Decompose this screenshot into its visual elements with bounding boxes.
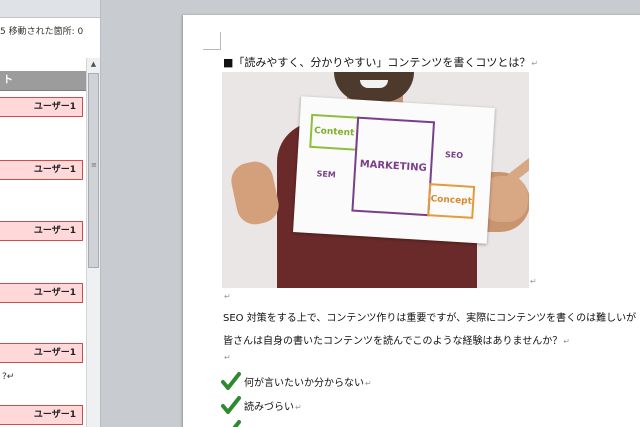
section-heading[interactable]: ■「読みやすく、分かりやすい」コンテンツを書くコツとは？↵	[223, 54, 538, 70]
checklist-item-text: 何が言いたいか分からない	[244, 378, 364, 389]
paragraph-line[interactable]: SEO 対策をする上で、コンテンツ作りは重要ですが、実際にコンテンツを書くのは難…	[223, 309, 636, 324]
board-concept-box: Concept	[427, 183, 476, 219]
photo-pointing-finger	[504, 153, 529, 185]
checkmark-icon	[221, 396, 241, 414]
board-sem-label: SEM	[316, 169, 337, 180]
revision-item[interactable]: ユーザー1	[0, 97, 83, 117]
return-mark-icon: ↵	[224, 353, 231, 362]
marketing-photo[interactable]: Content MARKETING Concept SEO SEM	[222, 72, 529, 288]
return-mark-icon: ↵	[563, 337, 570, 346]
revisions-group-header[interactable]: ト	[0, 71, 86, 91]
return-mark-icon: ↵	[365, 379, 372, 388]
paragraph-line[interactable]: 皆さんは自身の書いたコンテンツを読んでこのような経験はありませんか？↵	[223, 332, 570, 347]
photo-left-hand	[228, 158, 282, 228]
pane-toolbar	[0, 0, 100, 18]
document-page[interactable]: ■「読みやすく、分かりやすい」コンテンツを書くコツとは？↵ Content MA…	[183, 15, 640, 427]
photo-smile	[360, 80, 388, 88]
checklist-item[interactable]: 何が言いたいか分からない↵	[221, 372, 372, 390]
checkmark-icon	[221, 372, 241, 390]
revision-item[interactable]: ユーザー1	[0, 221, 83, 241]
return-mark-icon: ↵	[224, 292, 231, 301]
revisions-scrollbar[interactable]: ▲ ≡	[86, 58, 100, 427]
checkmark-icon	[232, 420, 241, 427]
paragraph-line-text: 皆さんは自身の書いたコンテンツを読んでこのような経験はありませんか？	[223, 336, 563, 347]
grip-icon: ≡	[91, 161, 97, 169]
board-marketing-box: MARKETING	[351, 116, 436, 217]
revision-item[interactable]: ユーザー1	[0, 160, 83, 180]
revision-item[interactable]: ユーザー1	[0, 283, 83, 303]
return-mark-icon: ↵	[530, 277, 537, 286]
revision-item[interactable]: ユーザー1	[0, 405, 83, 425]
revisions-summary: 5 移動された箇所: 0	[0, 27, 84, 37]
board-seo-label: SEO	[444, 150, 464, 161]
section-heading-text: ■「読みやすく、分かりやすい」コンテンツを書くコツとは？	[223, 56, 531, 69]
checklist-item[interactable]: 読みづらい↵	[221, 396, 302, 414]
checklist-item-partial	[221, 420, 244, 427]
return-mark-icon: ↵	[295, 403, 302, 412]
revision-text-fragment: ?↵	[2, 372, 15, 382]
return-mark-icon: ↵	[531, 59, 539, 68]
revision-item[interactable]: ユーザー1	[0, 343, 83, 363]
board-content-box: Content	[309, 113, 360, 151]
checklist-item-text: 読みづらい	[244, 402, 294, 413]
photo-marketing-board: Content MARKETING Concept SEO SEM	[293, 96, 495, 244]
revisions-pane: 5 移動された箇所: 0 ト ユーザー1 ユーザー1 ユーザー1 ユーザー1 ユ…	[0, 0, 101, 427]
margin-corner-mark	[203, 32, 221, 50]
scroll-up-icon[interactable]: ▲	[87, 58, 100, 71]
scrollbar-thumb[interactable]: ≡	[88, 73, 99, 268]
